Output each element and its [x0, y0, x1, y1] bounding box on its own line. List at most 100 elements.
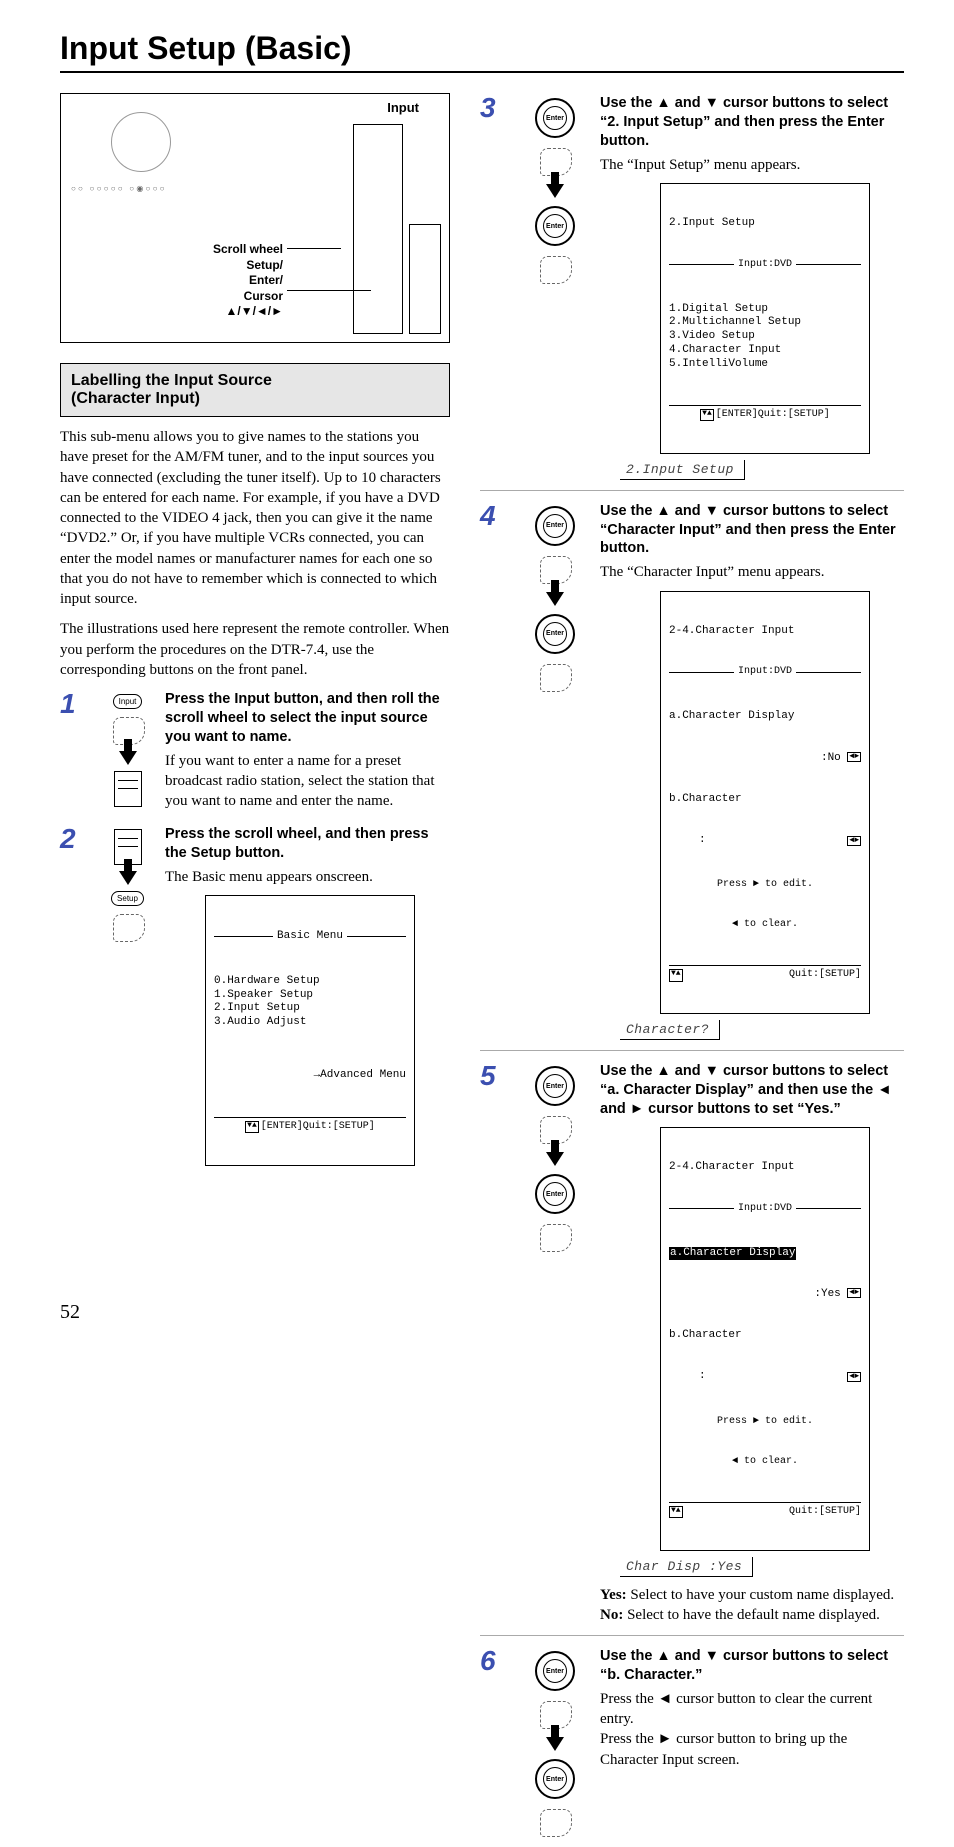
- hand-icon: [538, 662, 572, 692]
- arrow-down-icon: [119, 751, 137, 765]
- step-2-head: Press the scroll wheel, and then press t…: [165, 825, 450, 863]
- label-enter: Enter/: [181, 273, 283, 289]
- arrow-down-icon: [546, 1737, 564, 1751]
- updown-icon: ▼▲: [245, 1121, 259, 1134]
- step-5-icons: Enter Enter: [520, 1062, 590, 1625]
- step-3-icons: Enter Enter: [520, 94, 590, 480]
- hand-icon: [538, 1222, 572, 1252]
- osd-row-b-val: :: [669, 1370, 706, 1384]
- osd-row-b: b.Character: [669, 1329, 742, 1343]
- step-2-number: 2: [60, 825, 90, 1165]
- enter-button-icon: Enter: [535, 98, 575, 138]
- enter-button-icon: Enter: [535, 614, 575, 654]
- step-5-osd: 2-4.Character Input Input:DVD a.Characte…: [660, 1127, 870, 1551]
- no-text: Select to have the default name displaye…: [623, 1607, 880, 1623]
- step-1-icons: Input: [100, 690, 155, 811]
- right-arrow-icon: ►: [658, 1730, 673, 1747]
- step-3-body: The “Input Setup” menu appears.: [600, 155, 904, 175]
- step-6: 6 Enter Enter Use the ▲ and ▼ cursor but…: [480, 1646, 904, 1837]
- arrow-down-icon: [546, 1152, 564, 1166]
- diagram-remote-side: [409, 224, 441, 334]
- leftright-icon: ◄►: [847, 752, 861, 762]
- enter-button-icon: Enter: [535, 206, 575, 246]
- enter-button-icon: Enter: [535, 1174, 575, 1214]
- intro-paragraph-1: This sub-menu allows you to give names t…: [60, 427, 450, 609]
- leftright-icon: ◄►: [847, 1288, 861, 1298]
- osd-advanced: →Advanced Menu: [214, 1069, 406, 1083]
- osd-row-b: b.Character: [669, 793, 742, 807]
- step-6-head: Use the ▲ and ▼ cursor buttons to select…: [600, 1647, 904, 1685]
- diagram-knob-row: ○ ○ ○ ○ ○ ○ ○ ○ ◉ ○ ○ ○: [71, 184, 164, 193]
- osd-hint1: Press ► to edit.: [669, 879, 861, 892]
- arrow-down-icon: [546, 592, 564, 606]
- osd-row-a-val: :No: [821, 752, 841, 764]
- label-cursor: Cursor: [181, 289, 283, 305]
- step-6-body2a: Press the: [600, 1731, 658, 1747]
- enter-label: Enter: [546, 1083, 564, 1090]
- intro-paragraph-2: The illustrations used here represent th…: [60, 619, 450, 680]
- osd-footer: ▼▲ [ENTER]Quit:[SETUP]: [669, 405, 861, 422]
- osd-title: 2.Input Setup: [669, 217, 861, 231]
- leftright-icon: ◄►: [847, 1372, 861, 1382]
- label-scroll-wheel: Scroll wheel: [181, 242, 283, 258]
- step-4-number: 4: [480, 502, 510, 1041]
- osd-subtitle: Input:DVD: [738, 1203, 792, 1216]
- enter-button-icon: Enter: [535, 506, 575, 546]
- setup-button-icon: Setup: [111, 891, 144, 906]
- step-1-body: If you want to enter a name for a preset…: [165, 751, 450, 812]
- osd-hint1: Press ► to edit.: [669, 1416, 861, 1429]
- step-4-lcd: Character?: [620, 1020, 720, 1040]
- enter-label: Enter: [546, 1668, 564, 1675]
- step-4-osd: 2-4.Character Input Input:DVD a.Characte…: [660, 591, 870, 1015]
- osd-footer: ▼▲ Quit:[SETUP]: [669, 965, 861, 982]
- updown-icon: ▼▲: [669, 1506, 683, 1519]
- step-3-number: 3: [480, 94, 510, 480]
- remote-diagram: Input ○ ○ ○ ○ ○ ○ ○ ○ ◉ ○ ○ ○ Scroll whe…: [60, 93, 450, 343]
- title-rule: [60, 71, 904, 73]
- step-2: 2 Setup Press the scroll wheel, and then…: [60, 825, 450, 1165]
- step-5: 5 Enter Enter Use the ▲ and ▼ cursor but…: [480, 1061, 904, 1625]
- label-setup: Setup/: [181, 258, 283, 274]
- osd-items: 1.Digital Setup 2.Multichannel Setup 3.V…: [669, 303, 861, 372]
- enter-label: Enter: [546, 223, 564, 230]
- step-6-body1a: Press the: [600, 1691, 658, 1707]
- osd-title: 2-4.Character Input: [669, 625, 861, 639]
- step-3-osd: 2.Input Setup Input:DVD 1.Digital Setup …: [660, 183, 870, 454]
- step-1-head: Press the Input button, and then roll th…: [165, 690, 450, 747]
- enter-label: Enter: [546, 1191, 564, 1198]
- osd-title: Basic Menu: [277, 930, 343, 944]
- divider: [480, 490, 904, 491]
- step-1: 1 Input Press the Input button, and then…: [60, 690, 450, 811]
- yes-text: Select to have your custom name displaye…: [627, 1587, 894, 1603]
- label-arrows: ▲/▼/◄/►: [181, 304, 283, 320]
- step-2-icons: Setup: [100, 825, 155, 1165]
- step-4-body: The “Character Input” menu appears.: [600, 562, 904, 582]
- divider: [480, 1635, 904, 1636]
- hand-icon: [538, 1807, 572, 1837]
- step-6-number: 6: [480, 1647, 510, 1837]
- step-6-body1: Press the ◄ cursor button to clear the c…: [600, 1689, 904, 1730]
- osd-footer: ▼▲ [ENTER]Quit:[SETUP]: [214, 1117, 406, 1134]
- step-5-number: 5: [480, 1062, 510, 1625]
- step-5-lcd: Char Disp :Yes: [620, 1557, 753, 1577]
- section-header: Labelling the Input Source (Character In…: [60, 363, 450, 417]
- input-button-icon: Input: [113, 694, 143, 709]
- step-2-body: The Basic menu appears onscreen.: [165, 867, 450, 887]
- arrow-down-icon: [546, 184, 564, 198]
- step-1-number: 1: [60, 690, 90, 811]
- page-number: 52: [60, 1301, 80, 1324]
- step-3-head: Use the ▲ and ▼ cursor buttons to select…: [600, 94, 904, 151]
- updown-icon: ▼▲: [669, 969, 683, 982]
- osd-subtitle: Input:DVD: [738, 666, 792, 679]
- left-arrow-icon: ◄: [658, 1690, 673, 1707]
- scroll-wheel-icon: [114, 771, 142, 807]
- step-3-lcd: 2.Input Setup: [620, 460, 745, 480]
- arrow-down-icon: [119, 871, 137, 885]
- section-title-line1: Labelling the Input Source: [71, 372, 272, 389]
- page-title: Input Setup (Basic): [60, 30, 904, 67]
- osd-row-a: a.Character Display: [669, 710, 794, 724]
- step-4-icons: Enter Enter: [520, 502, 590, 1041]
- step-4-head: Use the ▲ and ▼ cursor buttons to select…: [600, 502, 904, 559]
- osd-title: 2-4.Character Input: [669, 1161, 861, 1175]
- diagram-unit-icon: [111, 112, 171, 172]
